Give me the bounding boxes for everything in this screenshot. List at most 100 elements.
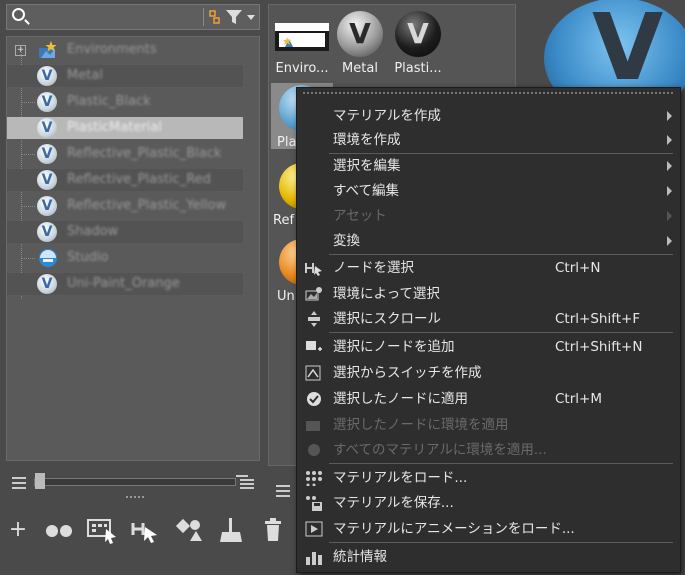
- menu-item-create-material[interactable]: マテリアルを作成: [297, 104, 680, 128]
- thumb-label: Enviro...: [275, 61, 329, 76]
- tree-item-label: Plastic_Black: [67, 94, 151, 109]
- tree-item-label: Reflective_Plastic_Black: [67, 146, 222, 161]
- menu-item-load-animation[interactable]: マテリアルにアニメーションをロード...: [297, 517, 680, 541]
- menu-item-statistics[interactable]: 統計情報: [297, 545, 680, 569]
- menu-item-label: 選択したノードに環境を適用: [333, 417, 509, 433]
- add-node-icon: [305, 339, 323, 355]
- menu-item-edit-all[interactable]: すべて編集: [297, 179, 680, 203]
- filter-icon[interactable]: [204, 8, 260, 26]
- slider-handle[interactable]: [35, 473, 45, 489]
- material-tree[interactable]: + Environments V Metal V Plastic_Black V…: [6, 36, 260, 461]
- menu-item-save-material[interactable]: マテリアルを保存...: [297, 491, 680, 515]
- menu-item-label: すべて編集: [333, 183, 400, 199]
- menu-item-select-node[interactable]: ノードを選択 Ctrl+N: [297, 256, 680, 280]
- menu-separator: [329, 254, 673, 255]
- expand-icon[interactable]: +: [15, 45, 26, 56]
- tree-item-label: Studio: [67, 250, 109, 265]
- load-icon: [305, 470, 323, 487]
- menu-item-apply-env-to-selected-nodes: 選択したノードに環境を適用: [297, 413, 680, 437]
- thumb-list-view-icon[interactable]: [276, 484, 292, 498]
- material-icon: V: [37, 118, 57, 138]
- menu-item-apply-to-selected-nodes[interactable]: 選択したノードに適用 Ctrl+M: [297, 387, 680, 411]
- menu-item-label: 統計情報: [333, 549, 387, 565]
- apply-icon: [305, 391, 323, 407]
- tree-item-studio[interactable]: Studio: [7, 247, 243, 269]
- menu-item-select-by-environment[interactable]: 環境によって選択: [297, 282, 680, 306]
- tree-item-label: PlasticMaterial: [67, 120, 162, 135]
- trash-icon[interactable]: [260, 515, 288, 545]
- stats-icon: [305, 549, 323, 565]
- environment-icon: [275, 23, 329, 51]
- menu-item-load-material[interactable]: マテリアルをロード...: [297, 466, 680, 490]
- menu-item-shortcut: Ctrl+Shift+F: [555, 311, 641, 327]
- menu-item-label: 環境によって選択: [333, 286, 440, 302]
- apply-all-env-icon: [305, 442, 323, 458]
- zoom-slider[interactable]: [34, 473, 236, 489]
- menu-item-label: マテリアルを作成: [333, 108, 441, 124]
- node-select-icon[interactable]: [130, 515, 158, 545]
- menu-item-apply-env-to-all-materials: すべてのマテリアルに環境を適用...: [297, 438, 680, 462]
- list-view-icon[interactable]: [12, 476, 28, 490]
- tree-item-reflective-plastic-red[interactable]: V Reflective_Plastic_Red: [7, 169, 243, 191]
- submenu-arrow-icon: [667, 161, 672, 171]
- tree-item-environments[interactable]: + Environments: [7, 39, 243, 61]
- submenu-arrow-icon: [667, 236, 672, 246]
- filter-controls[interactable]: [203, 8, 260, 26]
- tree-item-label: Metal: [67, 68, 103, 83]
- menu-grip: [303, 92, 673, 98]
- thumb-metal[interactable]: V Metal: [329, 9, 391, 76]
- submenu-arrow-icon: [667, 111, 672, 121]
- tree-item-plastic-black[interactable]: V Plastic_Black: [7, 91, 243, 113]
- material-preview: V: [337, 11, 383, 57]
- cleanup-icon[interactable]: [216, 515, 244, 545]
- menu-item-create-switch[interactable]: 選択からスイッチを作成: [297, 361, 680, 385]
- material-icon: V: [37, 144, 57, 164]
- tree-item-reflective-plastic-black[interactable]: V Reflective_Plastic_Black: [7, 143, 243, 165]
- search-bar[interactable]: [6, 4, 260, 30]
- menu-item-shortcut: Ctrl+N: [555, 260, 601, 276]
- menu-item-convert[interactable]: 変換: [297, 229, 680, 253]
- tree-item-plasticmaterial[interactable]: V PlasticMaterial: [7, 117, 243, 139]
- menu-item-label: 選択を編集: [333, 158, 401, 174]
- tree-item-shadow[interactable]: V Shadow: [7, 221, 243, 243]
- menu-item-label: ノードを選択: [333, 260, 414, 276]
- tree-item-label: Reflective_Plastic_Red: [67, 172, 211, 187]
- tree-item-label: Shadow: [67, 224, 119, 239]
- menu-item-add-node-to-selection[interactable]: 選択にノードを追加 Ctrl+Shift+N: [297, 335, 680, 359]
- detail-view-icon[interactable]: [236, 474, 256, 490]
- menu-item-label: マテリアルをロード...: [333, 470, 468, 486]
- menu-item-shortcut: Ctrl+M: [555, 391, 602, 407]
- tree-item-reflective-plastic-yellow[interactable]: V Reflective_Plastic_Yellow: [7, 195, 243, 217]
- menu-item-label: 選択にノードを追加: [333, 339, 455, 355]
- menu-item-create-environment[interactable]: 環境を作成: [297, 128, 680, 152]
- menu-item-label: 変換: [333, 233, 360, 249]
- material-icon: V: [37, 274, 57, 294]
- menu-item-label: 選択からスイッチを作成: [333, 365, 482, 381]
- material-icon: V: [37, 92, 57, 112]
- thumb-label: Plasti...: [394, 61, 442, 76]
- material-icon: V: [37, 170, 57, 190]
- add-icon[interactable]: +: [4, 515, 32, 545]
- tree-item-label: Uni-Paint_Orange: [67, 276, 180, 291]
- shapes-icon[interactable]: [174, 515, 202, 545]
- menu-item-edit-selection[interactable]: 選択を編集: [297, 154, 680, 178]
- thumb-environments[interactable]: Enviro...: [271, 9, 333, 76]
- menu-item-scroll-to-selection[interactable]: 選択にスクロール Ctrl+Shift+F: [297, 307, 680, 331]
- tree-item-uni-paint-orange[interactable]: V Uni-Paint_Orange: [7, 273, 243, 295]
- resize-grip[interactable]: [126, 496, 144, 500]
- tree-item-label: Environments: [67, 42, 157, 57]
- material-icon: V: [37, 196, 57, 216]
- menu-item-label: 選択にスクロール: [333, 311, 441, 327]
- tree-item-metal[interactable]: V Metal: [7, 65, 243, 87]
- menu-item-label: マテリアルを保存...: [333, 495, 454, 511]
- environment-icon: [39, 41, 57, 58]
- animation-icon: [305, 521, 323, 537]
- studio-icon: [39, 249, 57, 267]
- preview-spheres-icon[interactable]: [44, 515, 72, 545]
- submenu-arrow-icon: [667, 211, 672, 221]
- context-menu[interactable]: マテリアルを作成 環境を作成 選択を編集 すべて編集 アセット 変換 ノードを選…: [296, 87, 681, 573]
- select-tool-icon[interactable]: [86, 515, 116, 545]
- thumb-plastic-black[interactable]: V Plasti...: [387, 9, 449, 76]
- menu-item-label: マテリアルにアニメーションをロード...: [333, 521, 575, 537]
- switch-icon: [305, 365, 323, 381]
